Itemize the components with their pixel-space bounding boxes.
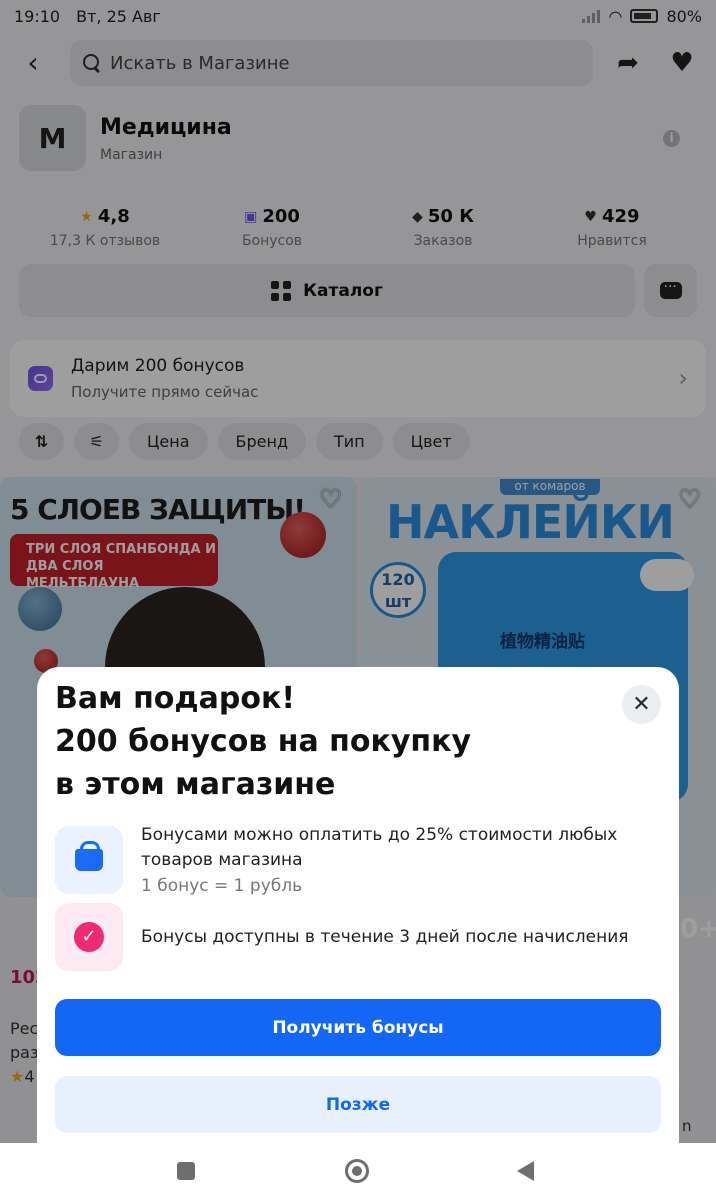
home-icon[interactable] [345, 1159, 369, 1183]
feature-payment-text: Бонусами можно оплатить до 25% стоимости… [141, 825, 618, 870]
shop-screen: 19:10 Вт, 25 Авг ◠ 80% ‹ ➦ ♥ М Медицина … [0, 0, 716, 1143]
close-icon[interactable]: ✕ [622, 685, 661, 724]
check-timer-icon: ✓ [74, 922, 104, 952]
basket-feature-icon [55, 826, 123, 894]
bonus-gift-modal: Вам подарок! 200 бонусов на покупку в эт… [37, 667, 679, 1143]
basket-icon [75, 841, 103, 871]
feature-duration-text: Бонусы доступны в течение 3 дней после н… [141, 927, 629, 947]
feature-rate-text: 1 бонус = 1 рубль [141, 876, 303, 896]
recents-icon[interactable] [177, 1162, 195, 1180]
system-nav-bar [0, 1143, 716, 1200]
modal-title: Вам подарок! 200 бонусов на покупку в эт… [55, 681, 472, 802]
get-bonuses-button[interactable]: Получить бонусы [55, 999, 661, 1056]
timer-feature-icon: ✓ [55, 903, 123, 971]
back-triangle-icon[interactable] [517, 1161, 534, 1181]
later-button[interactable]: Позже [55, 1076, 661, 1133]
